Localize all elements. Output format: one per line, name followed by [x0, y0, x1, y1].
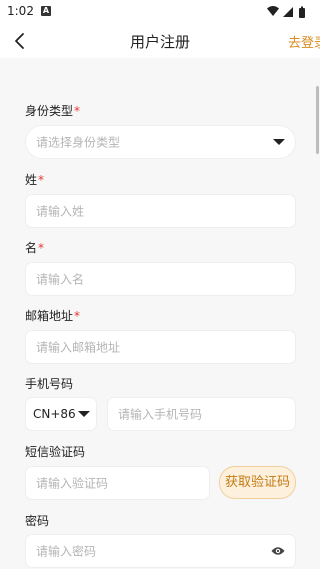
nav-bar: 用户注册 去登录 [0, 24, 320, 58]
password-input[interactable]: 请输入密码 [25, 534, 296, 568]
phone-input[interactable]: 请输入手机号码 [107, 397, 296, 431]
password-placeholder: 请输入密码 [36, 544, 97, 559]
first-name-placeholder: 请输入名 [36, 272, 85, 287]
phone-label: 手机号码 [25, 377, 74, 391]
identity-type-placeholder: 请选择身份类型 [36, 135, 121, 150]
password-label: 密码 [25, 514, 50, 528]
email-placeholder: 请输入邮箱地址 [36, 340, 121, 355]
required-mark: * [74, 309, 81, 323]
country-code-value: CN+86 [33, 407, 76, 421]
identity-type-label: 身份类型* [25, 104, 81, 118]
email-label: 邮箱地址* [25, 309, 81, 323]
signal-icon [283, 7, 293, 17]
caret-down-icon [273, 139, 285, 145]
phone-placeholder: 请输入手机号码 [118, 407, 203, 422]
wifi-icon [267, 6, 279, 16]
status-time: 1:02 [7, 4, 34, 18]
last-name-label: 姓* [25, 173, 45, 187]
country-code-select[interactable]: CN+86 [25, 397, 97, 431]
get-code-button[interactable]: 获取验证码 [219, 466, 296, 499]
required-mark: * [74, 104, 81, 118]
status-bar: 1:02 A [0, 0, 320, 24]
first-name-input[interactable]: 请输入名 [25, 262, 296, 296]
sms-code-input[interactable]: 请输入验证码 [25, 466, 210, 500]
email-input[interactable]: 请输入邮箱地址 [25, 330, 296, 364]
page-title: 用户注册 [129, 33, 190, 51]
first-name-label: 名* [25, 241, 45, 255]
login-link[interactable]: 去登录 [288, 32, 320, 51]
eye-icon[interactable] [271, 546, 285, 556]
required-mark: * [38, 241, 45, 255]
registration-form: 身份类型* 请选择身份类型 姓* 请输入姓 名* 请输入名 邮箱地址* 请输入邮… [0, 58, 320, 569]
scrollbar[interactable] [316, 86, 319, 154]
caret-down-icon [78, 411, 90, 417]
status-icons [267, 6, 305, 18]
required-mark: * [38, 173, 45, 187]
last-name-placeholder: 请输入姓 [36, 204, 85, 219]
notification-icon: A [41, 6, 51, 16]
battery-icon [299, 6, 305, 18]
sms-code-label: 短信验证码 [25, 445, 86, 459]
sms-code-placeholder: 请输入验证码 [36, 476, 109, 491]
last-name-input[interactable]: 请输入姓 [25, 194, 296, 228]
identity-type-select[interactable]: 请选择身份类型 [25, 125, 296, 159]
